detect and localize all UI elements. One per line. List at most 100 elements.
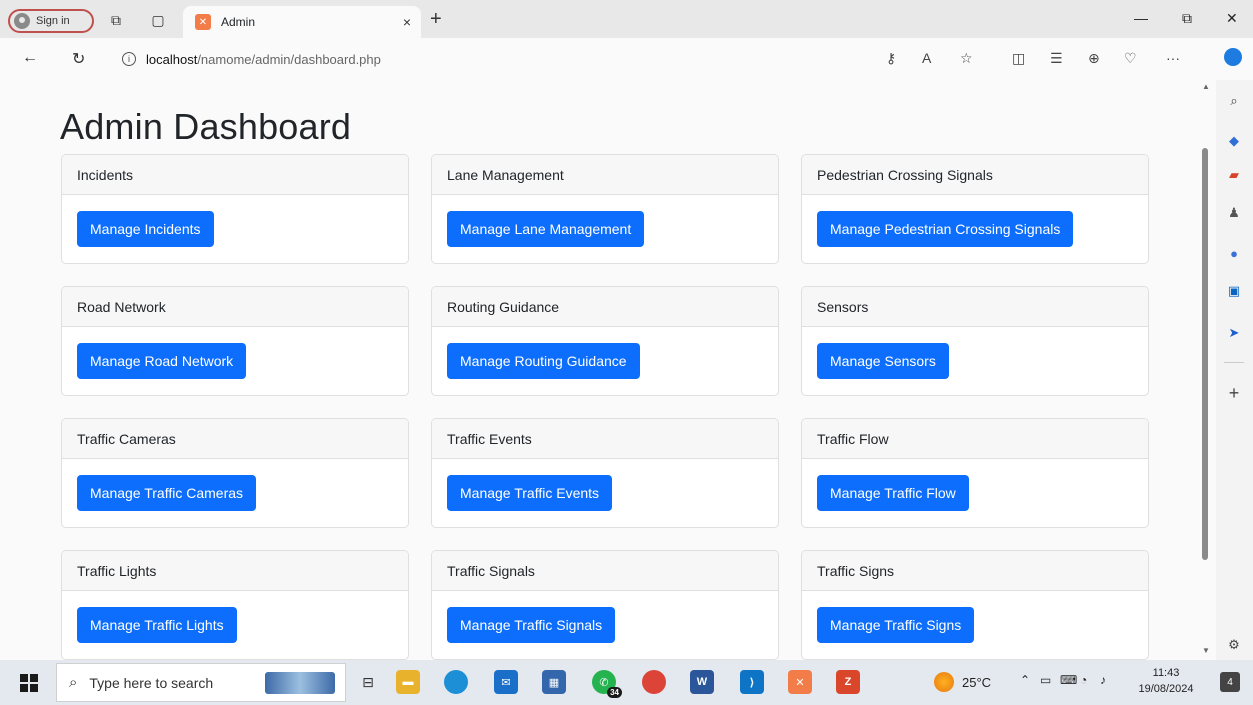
split-screen-icon[interactable]: ◫ [1012, 50, 1025, 67]
search-icon: ⌕ [69, 674, 78, 691]
sidebar-search-icon[interactable]: ⌕ [1225, 92, 1243, 110]
weather-temp: 25°C [962, 674, 992, 690]
page-viewport: Admin Dashboard Incidents Manage Inciden… [40, 80, 1216, 660]
file-explorer-icon[interactable]: ▬ [396, 670, 420, 694]
manage-sensors-button[interactable]: Manage Sensors [817, 343, 949, 379]
manage-pedestrian-crossing-signals-button[interactable]: Manage Pedestrian Crossing Signals [817, 211, 1074, 247]
manage-traffic-lights-button[interactable]: Manage Traffic Lights [77, 607, 237, 643]
weather-widget[interactable]: 25°C [934, 672, 991, 692]
whatsapp-icon[interactable]: ✆ 34 [592, 670, 622, 698]
sidebar-copilot-icon[interactable]: ● [1225, 244, 1243, 262]
sidebar-people-icon[interactable]: ♟ [1225, 204, 1243, 222]
edge-browser-icon[interactable] [444, 670, 468, 694]
browser-essentials-icon[interactable]: ♡ [1124, 50, 1137, 67]
edge-sidebar: ⌕ ◆ ▰ ♟ ● ▣ ➤ + ⚙ [1216, 80, 1253, 660]
url-path: /namome/admin/dashboard.php [197, 51, 381, 67]
sidebar-outlook-icon[interactable]: ▣ [1225, 282, 1243, 300]
favorites-list-icon[interactable]: ☰ [1050, 50, 1063, 67]
address-bar-row: ← ↻ i localhost /namome/admin/dashboard.… [0, 38, 1253, 80]
manage-lane-management-button[interactable]: Manage Lane Management [447, 211, 645, 247]
taskbar-search-box[interactable]: ⌕ Type here to search [56, 663, 346, 702]
sidebar-tools-icon[interactable]: ▰ [1225, 166, 1243, 184]
site-info-icon[interactable]: i [122, 52, 136, 66]
filezilla-icon[interactable]: Z [836, 670, 860, 694]
tab-close-icon[interactable]: × [403, 14, 411, 30]
read-aloud-icon[interactable]: A [922, 50, 931, 66]
tab-title: Admin [221, 15, 256, 29]
manage-routing-guidance-button[interactable]: Manage Routing Guidance [447, 343, 640, 379]
word-icon[interactable]: W [690, 670, 714, 694]
manage-traffic-events-button[interactable]: Manage Traffic Events [447, 475, 613, 511]
vscode-icon[interactable]: ⟩ [740, 670, 764, 694]
xampp-icon[interactable]: ✕ [788, 670, 812, 694]
back-arrow-icon[interactable]: ← [22, 49, 38, 67]
password-key-icon[interactable]: ⚷ [886, 50, 896, 67]
card-incidents: Incidents Manage Incidents [61, 154, 409, 264]
page-title: Admin Dashboard [60, 106, 352, 147]
close-window-icon[interactable]: ✕ [1226, 10, 1238, 27]
task-view-icon[interactable]: ⊟ [356, 670, 380, 694]
keyboard-icon[interactable]: ⌨ [1060, 673, 1077, 687]
sidebar-settings-gear-icon[interactable]: ⚙ [1225, 636, 1243, 654]
sidebar-divider [1224, 362, 1244, 363]
card-traffic-flow: Traffic Flow Manage Traffic Flow [801, 418, 1149, 528]
manage-traffic-signs-button[interactable]: Manage Traffic Signs [817, 607, 975, 643]
tray-chevron-icon[interactable]: ⌃ [1020, 673, 1030, 687]
weather-sun-icon [934, 672, 954, 692]
sidebar-shopping-tag-icon[interactable]: ◆ [1225, 132, 1243, 150]
active-tab[interactable]: ✕ Admin × [183, 6, 421, 38]
search-highlight-image [265, 672, 335, 694]
wifi-icon[interactable]: ◔ [1080, 673, 1087, 687]
url-host: localhost [146, 51, 198, 67]
card-header: Lane Management [432, 155, 778, 195]
favorite-star-icon[interactable]: ☆ [960, 50, 973, 67]
mail-icon[interactable]: ✉ [494, 670, 518, 694]
collections-icon[interactable]: ⊕ [1088, 50, 1100, 67]
scroll-up-arrow-icon[interactable]: ▲ [1202, 82, 1210, 91]
card-header: Pedestrian Crossing Signals [802, 155, 1148, 195]
sign-in-label: Sign in [36, 15, 70, 27]
more-options-icon[interactable]: ··· [1166, 50, 1180, 66]
clock-time: 11:43 [1152, 667, 1180, 679]
store-icon[interactable]: ▦ [542, 670, 566, 694]
card-header: Traffic Events [432, 419, 778, 459]
browser-title-bar: Sign in ⧉ ▢ ✕ Admin × + — ⧉ ✕ [0, 0, 1253, 38]
card-pedestrian-crossing-signals: Pedestrian Crossing Signals Manage Pedes… [801, 154, 1149, 264]
card-header: Traffic Cameras [62, 419, 408, 459]
system-clock[interactable]: 11:43 19/08/2024 [1134, 665, 1198, 697]
card-traffic-cameras: Traffic Cameras Manage Traffic Cameras [61, 418, 409, 528]
volume-icon[interactable]: ♪ [1100, 673, 1106, 687]
sidebar-send-icon[interactable]: ➤ [1225, 324, 1243, 342]
scroll-thumb[interactable] [1202, 148, 1208, 560]
manage-road-network-button[interactable]: Manage Road Network [77, 343, 247, 379]
card-sensors: Sensors Manage Sensors [801, 286, 1149, 396]
notification-center-icon[interactable]: 4 [1220, 672, 1240, 692]
copilot-icon[interactable] [1224, 48, 1242, 66]
scroll-down-arrow-icon[interactable]: ▼ [1202, 646, 1210, 655]
manage-traffic-cameras-button[interactable]: Manage Traffic Cameras [77, 475, 257, 511]
whatsapp-badge: 34 [607, 687, 622, 698]
manage-incidents-button[interactable]: Manage Incidents [77, 211, 214, 247]
manage-traffic-flow-button[interactable]: Manage Traffic Flow [817, 475, 969, 511]
url-field[interactable]: i localhost /namome/admin/dashboard.php [112, 44, 992, 74]
windows-start-icon[interactable] [20, 674, 38, 692]
card-lane-management: Lane Management Manage Lane Management [431, 154, 779, 264]
refresh-icon[interactable]: ↻ [72, 49, 85, 69]
battery-icon[interactable]: ▭ [1040, 673, 1051, 687]
tab-actions-icon[interactable]: ▢ [150, 12, 166, 28]
card-header: Traffic Signals [432, 551, 778, 591]
page-scrollbar[interactable]: ▲ ▼ [1196, 80, 1216, 660]
sign-in-button[interactable]: Sign in [8, 9, 94, 33]
sidebar-add-icon[interactable]: + [1225, 383, 1243, 403]
new-tab-button[interactable]: + [430, 8, 442, 31]
manage-traffic-signals-button[interactable]: Manage Traffic Signals [447, 607, 616, 643]
chrome-icon[interactable] [642, 670, 666, 694]
restore-icon[interactable]: ⧉ [1182, 10, 1192, 27]
card-header: Traffic Lights [62, 551, 408, 591]
clock-date: 19/08/2024 [1138, 683, 1194, 695]
windows-taskbar: ⌕ Type here to search ⊟ ▬ ✉ ▦ ✆ 34 W ⟩ ✕ … [0, 660, 1253, 705]
minimize-icon[interactable]: — [1134, 10, 1148, 26]
card-road-network: Road Network Manage Road Network [61, 286, 409, 396]
xampp-favicon-icon: ✕ [195, 14, 211, 30]
workspaces-icon[interactable]: ⧉ [108, 12, 124, 28]
